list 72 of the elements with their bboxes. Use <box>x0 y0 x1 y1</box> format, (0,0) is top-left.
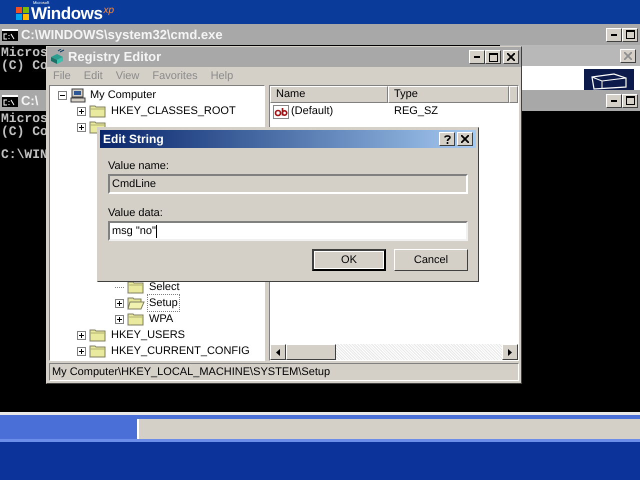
dialog-title: Edit String <box>103 131 165 148</box>
maximize-icon <box>626 96 634 105</box>
expand-button[interactable] <box>77 122 86 132</box>
tree-item[interactable]: HKEY_CLASSES_ROOT <box>110 102 237 120</box>
close-icon <box>624 52 632 60</box>
window-title: C:\WINDOWS\system32\cmd.exe <box>21 26 223 44</box>
column-header[interactable]: Type <box>388 86 509 103</box>
console-icon <box>2 28 18 40</box>
console-text: Micros <box>1 46 48 59</box>
column-header[interactable] <box>509 86 518 103</box>
logo-product: Windows <box>31 5 102 22</box>
minimize-button[interactable] <box>469 50 485 64</box>
folder-icon <box>127 312 145 326</box>
expand-button[interactable] <box>77 106 86 116</box>
folder-icon <box>89 344 107 358</box>
dialog-button[interactable]: Cancel <box>394 249 468 271</box>
tree-item[interactable]: Setup <box>148 294 179 312</box>
window-title: Registry Editor <box>68 48 162 66</box>
horizontal-scrollbar[interactable] <box>270 344 518 360</box>
computer-icon <box>70 88 86 102</box>
question-mark-icon <box>444 134 450 144</box>
expand-button[interactable] <box>115 314 124 324</box>
tree-item[interactable]: WPA <box>148 310 174 328</box>
close-icon <box>461 135 469 143</box>
folder-icon <box>127 280 145 294</box>
expand-button[interactable] <box>77 330 86 340</box>
value-name-field[interactable]: CmdLine <box>108 174 468 194</box>
close-button[interactable] <box>503 50 519 64</box>
open-folder-icon <box>127 296 145 310</box>
folder-icon <box>89 328 107 342</box>
folder-icon <box>89 104 107 118</box>
right-arrow-icon <box>508 348 512 356</box>
collapse-button[interactable] <box>58 90 67 100</box>
window-title: C:\ <box>21 92 38 110</box>
status-text: My Computer\HKEY_LOCAL_MACHINE\SYSTEM\Setup <box>52 364 330 380</box>
close-button[interactable] <box>457 132 473 146</box>
expand-button[interactable] <box>77 346 86 356</box>
scroll-right-button[interactable] <box>502 344 518 360</box>
close-icon <box>507 53 515 61</box>
minimize-button[interactable] <box>606 28 622 42</box>
maximize-icon <box>488 52 498 62</box>
tree-item[interactable]: HKEY_USERS <box>110 326 186 344</box>
minimize-icon <box>611 100 617 102</box>
left-arrow-icon <box>276 348 280 356</box>
maximize-button[interactable] <box>485 50 501 64</box>
maximize-button[interactable] <box>622 28 638 42</box>
logo-edition: xp <box>103 4 114 16</box>
table-cell-text: (Default) <box>291 104 334 120</box>
tree-item[interactable]: Select <box>148 278 181 296</box>
flag-icon <box>16 7 30 21</box>
console-text: Micros <box>1 112 48 125</box>
table-cell-text: REG_SZ <box>393 104 438 120</box>
field-label: Value name: <box>108 159 170 173</box>
string-value-icon <box>273 104 289 118</box>
registry-icon <box>49 49 65 65</box>
close-button[interactable] <box>620 48 636 62</box>
minimize-icon <box>474 56 480 58</box>
scroll-left-button[interactable] <box>270 344 286 360</box>
help-button[interactable] <box>439 132 455 146</box>
minimize-icon <box>611 34 617 36</box>
expand-button[interactable] <box>115 298 124 308</box>
console-icon <box>2 94 18 106</box>
column-header[interactable]: Name <box>270 86 388 103</box>
value-data-field[interactable]: msg "no" <box>108 221 468 241</box>
tree-item[interactable]: HKEY_CURRENT_CONFIG <box>110 342 251 360</box>
field-label: Value data: <box>108 206 164 220</box>
minimize-button[interactable] <box>606 94 622 108</box>
scroll-thumb[interactable] <box>286 344 336 360</box>
dialog-button[interactable]: OK <box>312 249 386 271</box>
maximize-icon <box>626 30 634 39</box>
maximize-button[interactable] <box>622 94 638 108</box>
tree-item[interactable]: My Computer <box>89 86 158 104</box>
